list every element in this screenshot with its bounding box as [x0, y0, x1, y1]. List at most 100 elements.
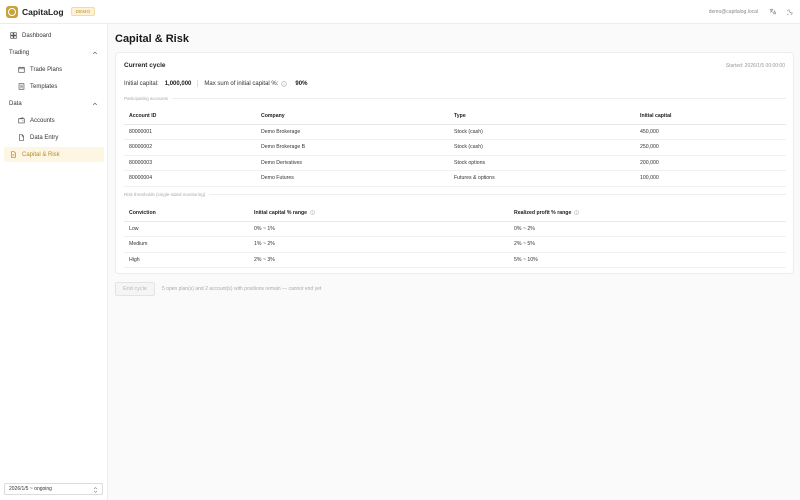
risk-thresholds-table: Conviction Initial capital % range Reali…	[124, 206, 786, 268]
column-header: Company	[256, 109, 449, 125]
sidebar-group-data[interactable]: Data	[4, 96, 104, 111]
table-header-row: Conviction Initial capital % range Reali…	[124, 206, 786, 222]
table-cell: Stock options	[449, 155, 635, 171]
demo-badge: DEMO	[70, 7, 96, 16]
table-cell: Demo Brokerage B	[256, 139, 449, 156]
table-row: 80000001 Demo Brokerage Stock (cash) 450…	[124, 124, 786, 140]
main-content: Capital & Risk Current cycle Started: 20…	[108, 24, 800, 500]
sidebar-item-label: Accounts	[30, 117, 55, 124]
table-cell: Stock (cash)	[449, 124, 635, 140]
section-label-text: Participating accounts	[124, 96, 169, 101]
table-cell: 5% ~ 10%	[509, 252, 786, 268]
section-label-text: Risk thresholds (single-sided monitoring…	[124, 192, 206, 197]
max-sum-label: Max sum of initial capital %:	[204, 80, 279, 87]
table-row: Medium 1% ~ 2% 2% ~ 5%	[124, 236, 786, 253]
column-header: Initial capital % range	[249, 206, 509, 222]
chevron-up-icon	[92, 50, 98, 56]
table-row: 80000003 Demo Derivatives Stock options …	[124, 155, 786, 171]
sidebar-item-capital-risk[interactable]: Capital & Risk	[4, 147, 104, 162]
end-cycle-note: 5 open plan(s) and 2 account(s) with pos…	[162, 286, 322, 292]
table-row: High 2% ~ 3% 5% ~ 10%	[124, 252, 786, 268]
table-cell: 450,000	[635, 124, 786, 140]
sidebar-group-label: Trading	[9, 49, 30, 56]
sidebar-item-label: Trade Plans	[30, 66, 63, 73]
current-cycle-card: Current cycle Started: 2026/1/5 00:00:00…	[115, 52, 794, 274]
sidebar-item-label: Capital & Risk	[22, 151, 60, 158]
column-header-label: Initial capital % range	[254, 210, 308, 217]
accounts-section-label: Participating accounts	[124, 96, 786, 101]
column-header: Initial capital	[635, 109, 786, 125]
top-bar: CapitaLog DEMO demo@capitalog.local	[0, 0, 800, 24]
table-cell: Medium	[124, 236, 249, 253]
cycle-select-value: 2026/1/5 ~ ongoing	[9, 486, 52, 492]
user-email[interactable]: demo@capitalog.local	[709, 9, 758, 15]
table-cell: High	[124, 252, 249, 268]
sidebar-item-trade-plans[interactable]: Trade Plans	[4, 62, 104, 77]
table-cell: 80000001	[124, 124, 256, 140]
info-icon[interactable]	[574, 210, 580, 216]
column-header: Realized profit % range	[509, 206, 786, 222]
table-row: 80000002 Demo Brokerage B Stock (cash) 2…	[124, 139, 786, 156]
file-icon	[18, 134, 25, 141]
sidebar-item-accounts[interactable]: Accounts	[4, 113, 104, 128]
column-header: Conviction	[124, 206, 249, 222]
sidebar-group-label: Data	[9, 100, 22, 107]
table-cell: 0% ~ 2%	[509, 221, 786, 237]
table-row: Low 0% ~ 1% 0% ~ 2%	[124, 221, 786, 237]
end-cycle-row: End cycle 5 open plan(s) and 2 account(s…	[115, 282, 321, 296]
table-header-row: Account ID Company Type Initial capital	[124, 109, 786, 125]
table-cell: Futures & options	[449, 170, 635, 187]
sidebar-item-templates[interactable]: Templates	[4, 79, 104, 94]
column-header: Type	[449, 109, 635, 125]
sidebar-item-dashboard[interactable]: Dashboard	[4, 28, 104, 43]
sidebar-item-label: Data Entry	[30, 134, 59, 141]
info-icon[interactable]	[281, 80, 288, 87]
table-cell: 2% ~ 5%	[509, 236, 786, 253]
sidebar-item-label: Dashboard	[22, 32, 52, 39]
sidebar-item-label: Templates	[30, 83, 58, 90]
chevron-up-icon	[92, 101, 98, 107]
chevron-up-down-icon	[93, 486, 98, 493]
table-cell: 250,000	[635, 139, 786, 156]
table-cell: Demo Derivatives	[256, 155, 449, 171]
shield-icon	[10, 151, 17, 158]
table-cell: Stock (cash)	[449, 139, 635, 156]
risk-section-label: Risk thresholds (single-sided monitoring…	[124, 192, 786, 197]
page-title: Capital & Risk	[115, 33, 189, 45]
table-cell: 0% ~ 1%	[249, 221, 509, 237]
end-cycle-button[interactable]: End cycle	[115, 282, 155, 296]
cycle-select[interactable]: 2026/1/5 ~ ongoing	[4, 483, 103, 495]
table-cell: Demo Brokerage	[256, 124, 449, 140]
calendar-icon	[18, 66, 25, 73]
theme-toggle-icon[interactable]	[786, 8, 794, 16]
template-icon	[18, 83, 25, 90]
table-cell: 100,000	[635, 170, 786, 187]
table-row: 80000004 Demo Futures Futures & options …	[124, 170, 786, 187]
app-logo-icon[interactable]	[6, 5, 18, 18]
table-cell: 2% ~ 3%	[249, 252, 509, 268]
initial-capital-value: 1,000,000	[164, 80, 192, 87]
column-header-label: Realized profit % range	[514, 210, 572, 217]
card-title: Current cycle	[124, 62, 166, 69]
sidebar-item-data-entry[interactable]: Data Entry	[4, 130, 104, 145]
sidebar: Dashboard Trading Trade Plans Templates …	[0, 24, 108, 500]
max-sum-value: 90%	[295, 80, 308, 87]
table-cell: Low	[124, 221, 249, 237]
table-cell: 80000004	[124, 170, 256, 187]
column-header: Account ID	[124, 109, 256, 125]
table-cell: 80000003	[124, 155, 256, 171]
accounts-table: Account ID Company Type Initial capital …	[124, 109, 786, 187]
wallet-icon	[18, 117, 25, 124]
sidebar-group-trading[interactable]: Trading	[4, 45, 104, 60]
table-cell: 80000002	[124, 139, 256, 156]
started-timestamp: Started: 2026/1/5 00:00:00	[725, 63, 785, 69]
info-icon[interactable]	[310, 210, 315, 216]
divider	[197, 80, 199, 87]
dashboard-icon	[10, 32, 17, 39]
translate-icon[interactable]	[768, 8, 776, 16]
table-cell: 200,000	[635, 155, 786, 171]
initial-capital-label: Initial capital:	[124, 80, 159, 87]
table-cell: 1% ~ 2%	[249, 236, 509, 253]
app-name[interactable]: CapitaLog	[22, 7, 64, 17]
table-cell: Demo Futures	[256, 170, 449, 187]
